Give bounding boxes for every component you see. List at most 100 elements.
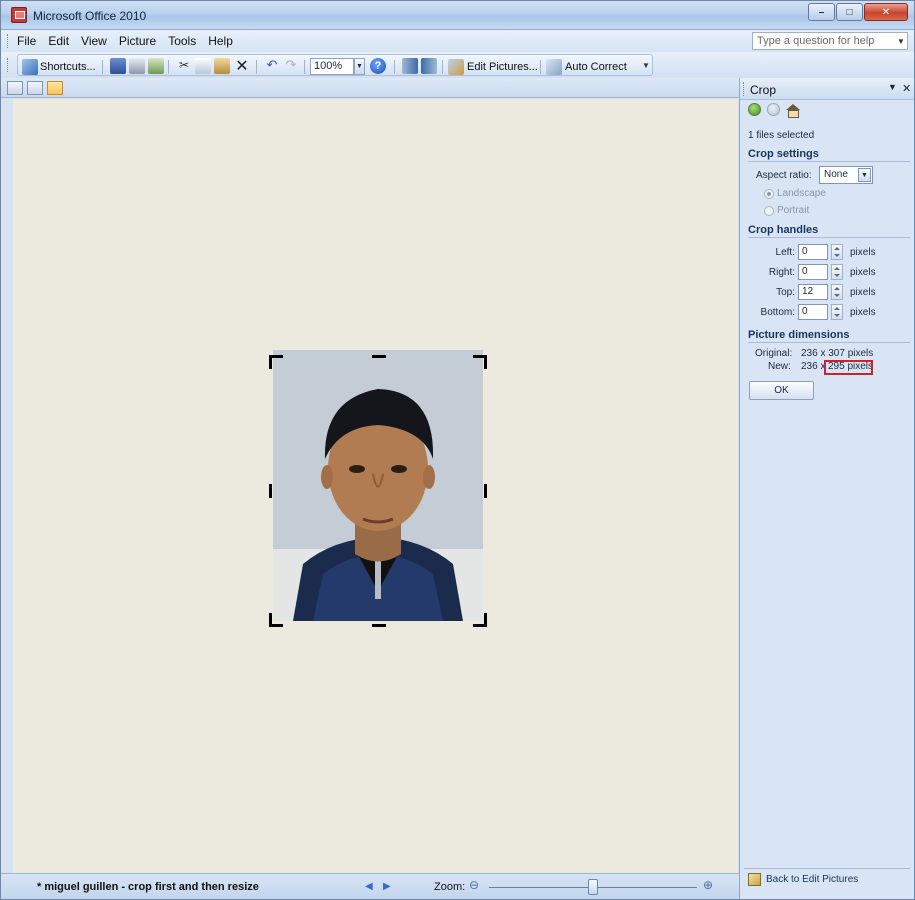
single-picture-view-icon[interactable]: [47, 81, 63, 95]
minimize-button[interactable]: –: [808, 3, 835, 21]
crop-handle-right[interactable]: [484, 484, 487, 498]
aspect-ratio-select[interactable]: None ▼: [819, 166, 873, 184]
left-unit: pixels: [850, 247, 876, 258]
cut-icon[interactable]: ✂: [176, 58, 192, 74]
zoom-out-icon[interactable]: ⊖: [469, 878, 479, 892]
redo-icon[interactable]: ↷: [283, 57, 299, 73]
standard-toolbar: Shortcuts... ✂ ✕ ↶ ↷ 100% ▼ ? Edit Pictu…: [1, 52, 914, 78]
zoom-slider-thumb[interactable]: [588, 879, 598, 895]
right-unit: pixels: [850, 267, 876, 278]
crop-handle-left[interactable]: [269, 484, 272, 498]
zoom-in-icon[interactable]: ⊕: [703, 878, 713, 892]
menu-picture[interactable]: Picture: [119, 34, 156, 48]
original-label: Original:: [755, 348, 793, 359]
next-picture-icon[interactable]: ▶: [383, 881, 391, 892]
auto-correct-button[interactable]: Auto Correct: [546, 59, 627, 75]
crop-settings-heading: Crop settings: [748, 148, 910, 162]
copy-icon[interactable]: [195, 58, 211, 74]
help-search-input[interactable]: Type a question for help ▼: [752, 32, 908, 50]
save-icon[interactable]: [110, 58, 126, 74]
task-pane-menu-arrow-icon[interactable]: ▼: [888, 82, 897, 92]
help-search-placeholder: Type a question for help: [757, 35, 875, 47]
title-bar[interactable]: Microsoft Office 2010 – □ ✕: [1, 1, 914, 30]
previous-picture-icon[interactable]: ◀: [365, 881, 373, 892]
forward-arrow-icon[interactable]: [767, 103, 780, 116]
crop-handles-heading: Crop handles: [748, 224, 910, 238]
left-edge: [1, 99, 13, 873]
toolbar-separator: [102, 60, 103, 74]
ok-label: OK: [774, 385, 789, 396]
landscape-radio[interactable]: [764, 189, 774, 199]
crop-handle-bottom-left-vertical[interactable]: [269, 613, 272, 627]
crop-handle-bottom-right-vertical[interactable]: [484, 613, 487, 627]
aspect-ratio-dropdown-arrow-icon[interactable]: ▼: [858, 168, 871, 182]
top-spinner[interactable]: [831, 284, 843, 300]
app-window: Microsoft Office 2010 – □ ✕ File Edit Vi…: [0, 0, 915, 900]
toolbar-overflow-icon[interactable]: ▼: [642, 61, 650, 70]
bottom-pixels-input[interactable]: 0: [798, 304, 828, 320]
print-icon[interactable]: [129, 58, 145, 74]
crop-handle-top-left-vertical[interactable]: [269, 355, 272, 369]
menu-file[interactable]: File: [17, 34, 36, 48]
aspect-ratio-value: None: [824, 169, 848, 180]
status-filename: * miguel guillen - crop first and then r…: [37, 881, 259, 893]
task-pane-nav: [748, 103, 800, 118]
close-button[interactable]: ✕: [864, 3, 908, 21]
edit-pictures-button[interactable]: Edit Pictures...: [448, 59, 538, 75]
menu-grip[interactable]: [7, 34, 10, 48]
crop-task-pane: Crop ▼ ✕ 1 files selected Crop settings …: [739, 78, 914, 899]
bottom-unit: pixels: [850, 307, 876, 318]
aspect-ratio-label: Aspect ratio:: [756, 170, 812, 181]
picture-manager-app-icon[interactable]: [11, 7, 27, 23]
left-pixels-input[interactable]: 0: [798, 244, 828, 260]
toolbar-strip: Shortcuts... ✂ ✕ ↶ ↷ 100% ▼ ? Edit Pictu…: [17, 54, 653, 76]
right-pixels-input[interactable]: 0: [798, 264, 828, 280]
menu-view[interactable]: View: [81, 34, 107, 48]
help-dropdown-arrow-icon[interactable]: ▼: [895, 33, 907, 49]
ok-button[interactable]: OK: [749, 381, 814, 400]
view-bar: [1, 78, 739, 98]
delete-icon[interactable]: ✕: [234, 56, 250, 75]
shortcuts-label: Shortcuts...: [40, 61, 96, 73]
filmstrip-view-icon[interactable]: [27, 81, 43, 95]
left-handle-row: Left: 0 pixels: [740, 244, 914, 262]
shortcuts-icon: [22, 59, 38, 75]
task-pane-close-icon[interactable]: ✕: [902, 82, 911, 95]
home-icon[interactable]: [786, 103, 800, 118]
toolbar-separator: [394, 60, 395, 74]
menu-tools[interactable]: Tools: [168, 34, 196, 48]
bottom-handle-row: Bottom: 0 pixels: [740, 304, 914, 322]
bottom-spinner[interactable]: [831, 304, 843, 320]
zoom-value: 100%: [314, 60, 343, 72]
photo-preview[interactable]: [273, 359, 483, 621]
thumbnail-view-icon[interactable]: [7, 81, 23, 95]
email-icon[interactable]: [148, 58, 164, 74]
crop-handle-bottom[interactable]: [372, 624, 386, 627]
top-pixels-input[interactable]: 12: [798, 284, 828, 300]
zoom-combo-input[interactable]: 100%: [310, 58, 354, 75]
left-spinner[interactable]: [831, 244, 843, 260]
shortcuts-button[interactable]: Shortcuts...: [22, 59, 96, 75]
right-spinner[interactable]: [831, 264, 843, 280]
help-icon[interactable]: ?: [370, 58, 386, 74]
task-pane-grip[interactable]: [743, 82, 746, 96]
portrait-radio[interactable]: [764, 206, 774, 216]
rotate-left-icon[interactable]: [402, 58, 418, 74]
bottom-value: 0: [802, 306, 808, 317]
paste-icon[interactable]: [214, 58, 230, 74]
maximize-button[interactable]: □: [836, 3, 863, 21]
menu-edit[interactable]: Edit: [48, 34, 69, 48]
toolbar-grip[interactable]: [7, 58, 10, 72]
window-controls: – □ ✕: [808, 3, 908, 21]
menu-help[interactable]: Help: [208, 34, 233, 48]
back-arrow-icon[interactable]: [748, 103, 761, 116]
back-to-edit-pictures-link[interactable]: Back to Edit Pictures: [766, 874, 858, 885]
rotate-right-icon[interactable]: [421, 58, 437, 74]
crop-handle-top[interactable]: [372, 355, 386, 358]
zoom-dropdown-arrow-icon[interactable]: ▼: [354, 58, 365, 75]
menu-bar: File Edit View Picture Tools Help Type a…: [1, 30, 914, 52]
portrait-drawing: [273, 359, 483, 621]
undo-icon[interactable]: ↶: [264, 57, 280, 73]
right-value: 0: [802, 266, 808, 277]
crop-handle-top-right-vertical[interactable]: [484, 355, 487, 369]
